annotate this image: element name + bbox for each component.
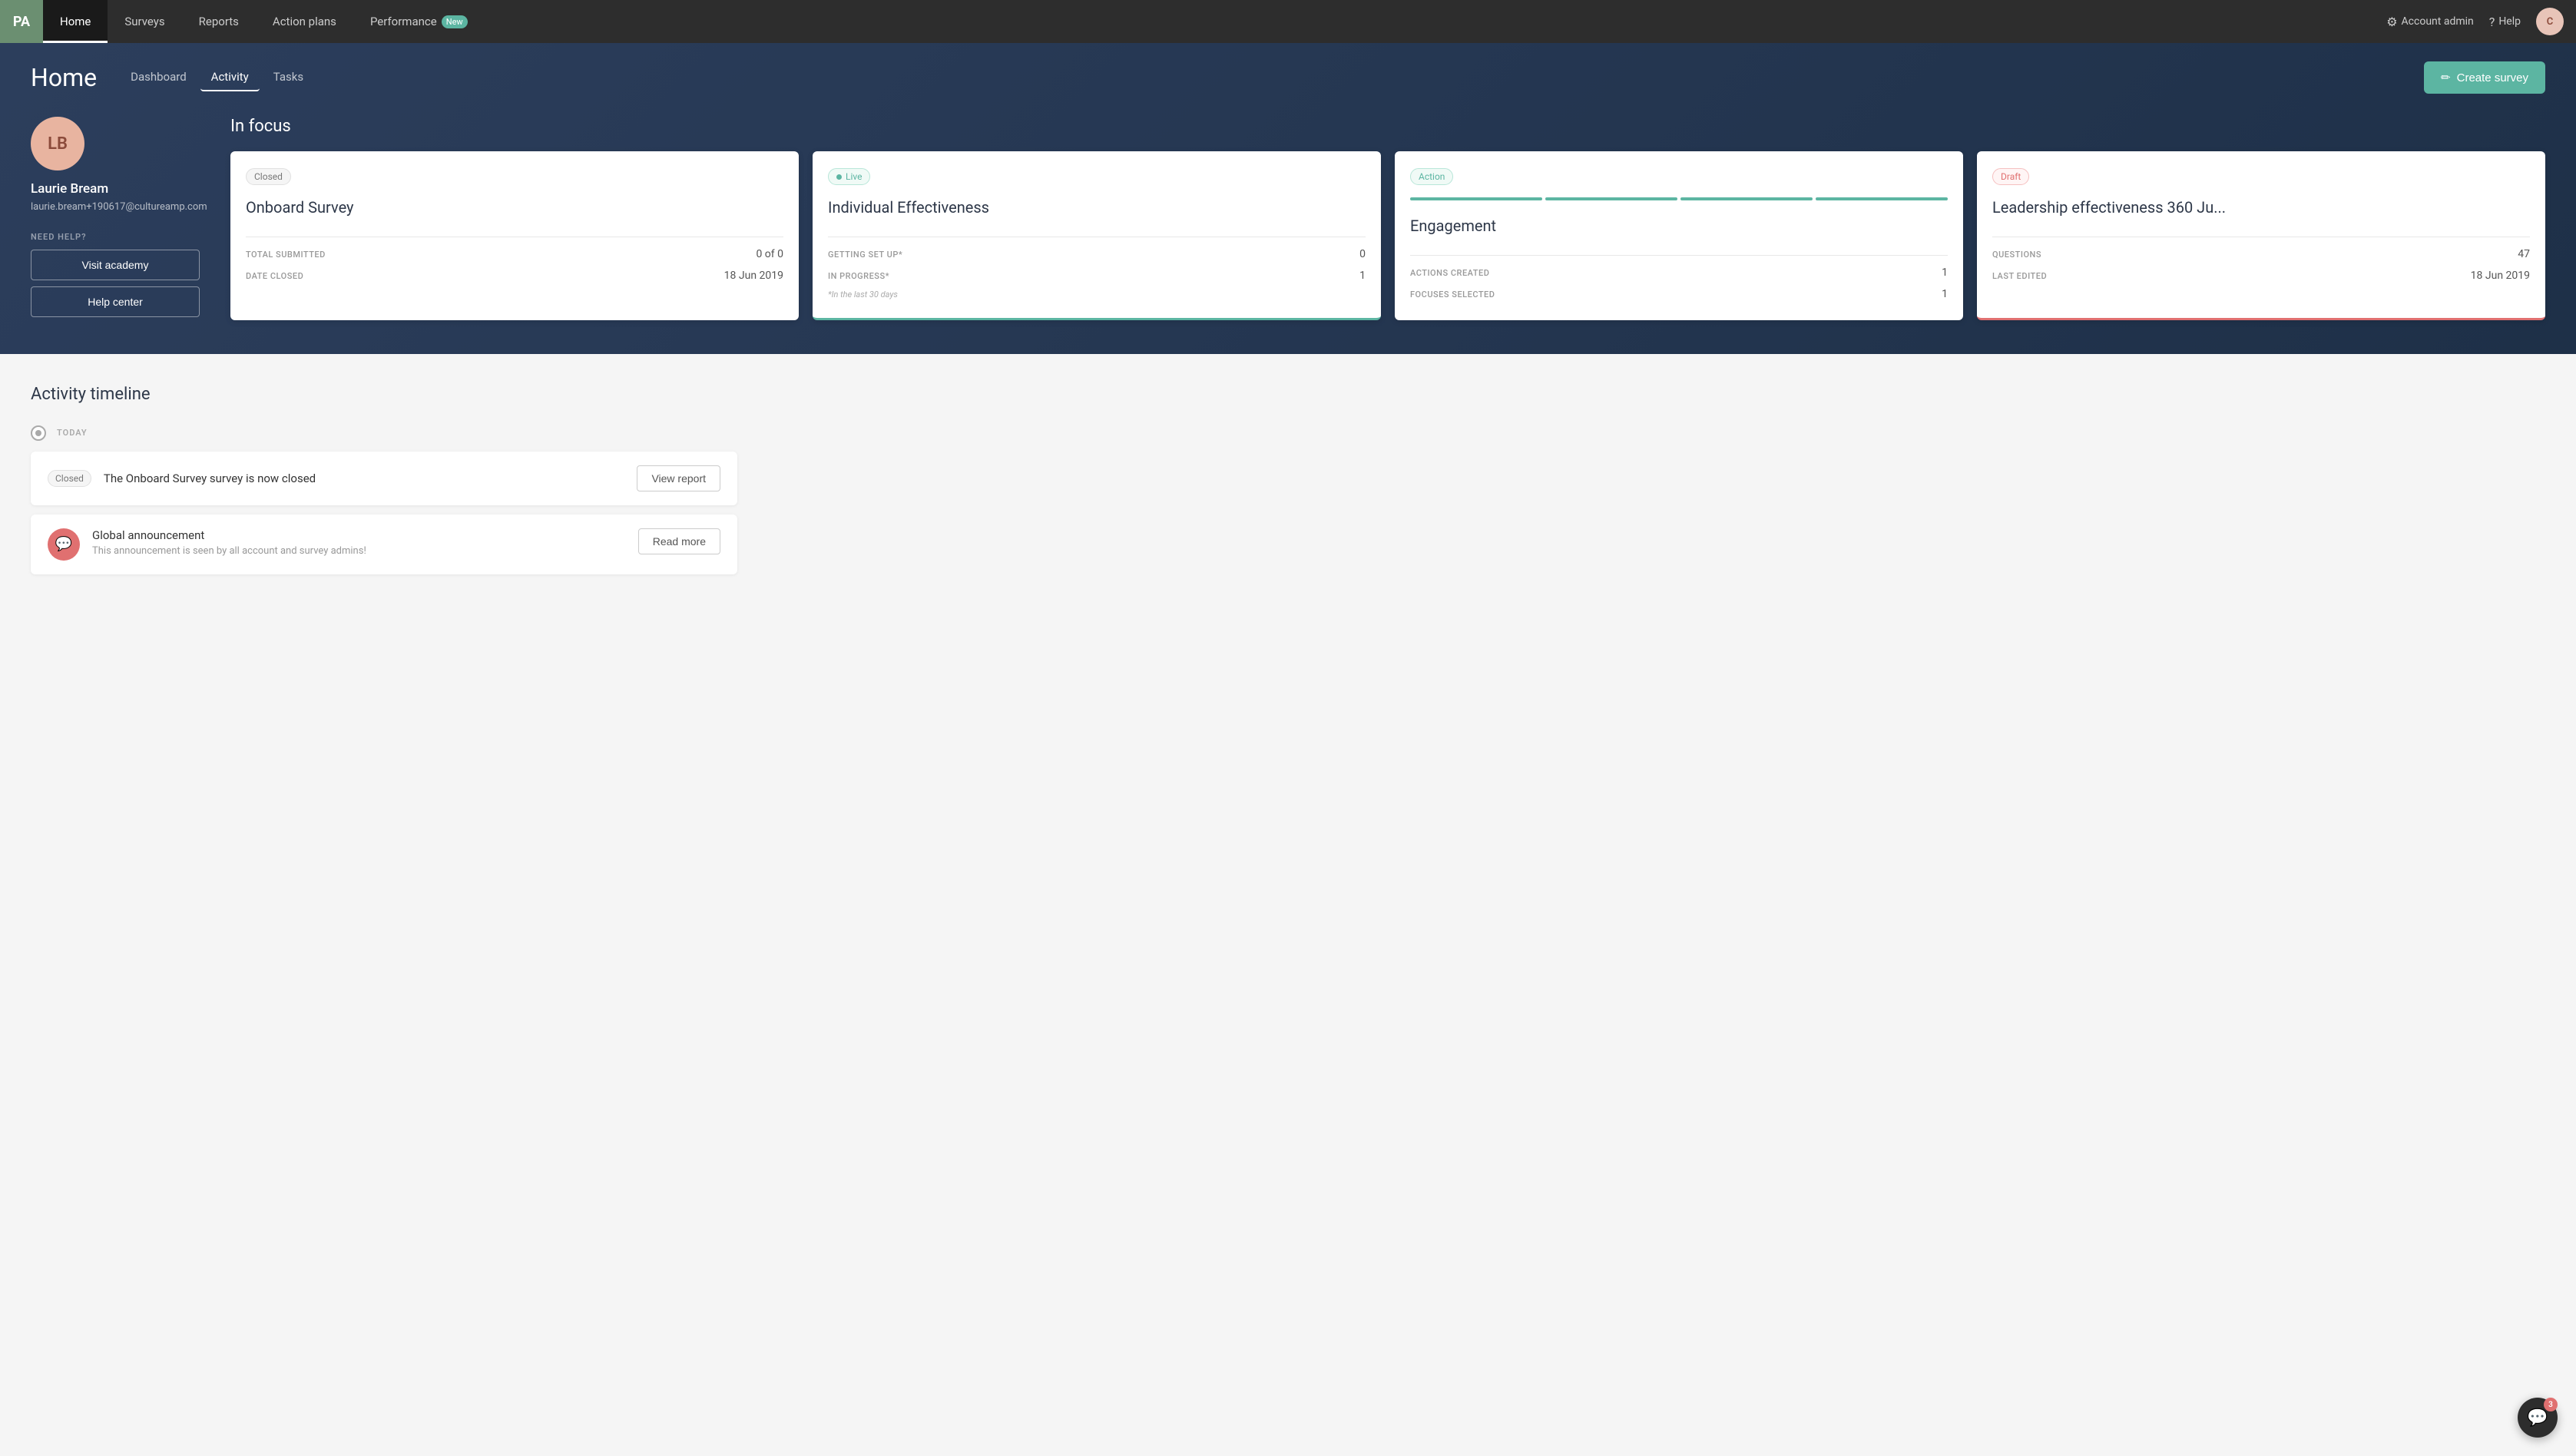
tab-tasks[interactable]: Tasks bbox=[263, 64, 314, 91]
navigation: PA Home Surveys Reports Action plans Per… bbox=[0, 0, 2576, 43]
performance-badge: New bbox=[442, 15, 468, 28]
need-help-label: NEED HELP? bbox=[31, 232, 200, 242]
timeline-day-label: TODAY bbox=[57, 428, 88, 438]
header-tabs: Dashboard Activity Tasks bbox=[120, 64, 314, 91]
card-stat: IN PROGRESS* 1 bbox=[828, 265, 1366, 286]
progress-bar-seg-1 bbox=[1410, 197, 1542, 200]
profile-avatar: LB bbox=[31, 117, 84, 170]
nav-right: ⚙ Account admin ? Help C bbox=[2386, 0, 2576, 43]
help-icon: ? bbox=[2489, 15, 2495, 29]
card-badge-draft: Draft bbox=[1992, 168, 2029, 185]
card-stat: FOCUSES SELECTED 1 bbox=[1410, 283, 1948, 305]
timeline-circle bbox=[31, 425, 46, 441]
card-badge-live: Live bbox=[828, 168, 870, 185]
profile-section: LB Laurie Bream laurie.bream+190617@cult… bbox=[31, 117, 200, 323]
dashboard-body: LB Laurie Bream laurie.bream+190617@cult… bbox=[31, 94, 2545, 354]
read-more-button[interactable]: Read more bbox=[638, 528, 720, 554]
visit-academy-button[interactable]: Visit academy bbox=[31, 250, 200, 280]
help-center-button[interactable]: Help center bbox=[31, 286, 200, 317]
card-title-engagement: Engagement bbox=[1410, 216, 1948, 237]
timeline-circle-inner bbox=[35, 430, 41, 436]
bottom-section: Activity timeline TODAY Closed The Onboa… bbox=[0, 354, 2576, 630]
header-top: Home Dashboard Activity Tasks ✏ Create s… bbox=[31, 43, 2545, 94]
card-stat: GETTING SET UP* 0 bbox=[828, 243, 1366, 265]
nav-item-surveys[interactable]: Surveys bbox=[108, 0, 181, 43]
nav-item-action-plans[interactable]: Action plans bbox=[256, 0, 353, 43]
announcement-card[interactable]: 💬 Global announcement This announcement … bbox=[31, 515, 737, 574]
announcement-icon: 💬 bbox=[48, 528, 80, 561]
page-title: Home bbox=[31, 63, 97, 92]
create-survey-icon: ✏ bbox=[2441, 71, 2451, 84]
timeline-section: Activity timeline TODAY Closed The Onboa… bbox=[31, 385, 737, 574]
chat-bubble[interactable]: 💬 3 bbox=[2518, 1398, 2558, 1438]
account-admin-label: Account admin bbox=[2402, 15, 2474, 28]
card-stat: TOTAL SUBMITTED 0 of 0 bbox=[246, 243, 783, 265]
nav-items: Home Surveys Reports Action plans Perfor… bbox=[43, 0, 2386, 43]
announcement-subtitle: This announcement is seen by all account… bbox=[92, 545, 626, 557]
timeline-label-row: TODAY bbox=[31, 425, 737, 441]
header-left: Home Dashboard Activity Tasks bbox=[31, 63, 314, 92]
card-badge-closed: Closed bbox=[246, 168, 291, 185]
user-avatar[interactable]: C bbox=[2536, 8, 2564, 35]
survey-card-onboard[interactable]: Closed Onboard Survey TOTAL SUBMITTED 0 … bbox=[230, 151, 799, 320]
progress-bar-seg-3 bbox=[1680, 197, 1813, 200]
nav-item-reports[interactable]: Reports bbox=[182, 0, 256, 43]
activity-card-survey-closed[interactable]: Closed The Onboard Survey survey is now … bbox=[31, 452, 737, 505]
card-stat: DATE CLOSED 18 Jun 2019 bbox=[246, 265, 783, 286]
announcement-body: Global announcement This announcement is… bbox=[92, 528, 626, 557]
activity-badge-closed: Closed bbox=[48, 470, 91, 487]
nav-item-performance[interactable]: Performance New bbox=[353, 0, 485, 43]
tab-dashboard[interactable]: Dashboard bbox=[120, 64, 197, 91]
cards-row: Closed Onboard Survey TOTAL SUBMITTED 0 … bbox=[230, 151, 2545, 320]
card-title-individual: Individual Effectiveness bbox=[828, 197, 1366, 218]
header-section: Home Dashboard Activity Tasks ✏ Create s… bbox=[0, 43, 2576, 354]
survey-card-leadership[interactable]: Draft Leadership effectiveness 360 Ju...… bbox=[1977, 151, 2545, 320]
activity-title: Activity timeline bbox=[31, 385, 737, 404]
create-survey-label: Create survey bbox=[2457, 71, 2528, 84]
help-label: Help bbox=[2498, 15, 2521, 28]
view-report-button[interactable]: View report bbox=[637, 465, 720, 491]
card-badge-action: Action bbox=[1410, 168, 1453, 185]
profile-email: laurie.bream+190617@cultureamp.com bbox=[31, 200, 200, 215]
create-survey-button[interactable]: ✏ Create survey bbox=[2424, 61, 2545, 94]
announcement-title: Global announcement bbox=[92, 528, 626, 542]
in-focus-title: In focus bbox=[230, 117, 2545, 136]
live-dot bbox=[836, 174, 842, 180]
chat-icon: 💬 bbox=[2527, 1408, 2548, 1428]
card-stat: LAST EDITED 18 Jun 2019 bbox=[1992, 265, 2530, 286]
chat-badge: 3 bbox=[2544, 1398, 2558, 1411]
progress-bars bbox=[1410, 197, 1948, 200]
card-title-leadership: Leadership effectiveness 360 Ju... bbox=[1992, 197, 2530, 218]
activity-text-closed: The Onboard Survey survey is now closed bbox=[104, 472, 625, 485]
card-title-onboard: Onboard Survey bbox=[246, 197, 783, 218]
survey-card-engagement[interactable]: Action Engagement ACTIONS CREATED 1 bbox=[1395, 151, 1963, 320]
survey-card-individual[interactable]: Live Individual Effectiveness GETTING SE… bbox=[813, 151, 1381, 320]
gear-icon: ⚙ bbox=[2386, 15, 2397, 29]
profile-name: Laurie Bream bbox=[31, 181, 200, 197]
card-footnote: *In the last 30 days bbox=[828, 286, 1366, 299]
in-focus-section: In focus Closed Onboard Survey TOTAL SUB… bbox=[230, 117, 2545, 320]
help-button[interactable]: ? Help bbox=[2489, 15, 2521, 29]
progress-bar-seg-4 bbox=[1816, 197, 1948, 200]
logo: PA bbox=[0, 0, 43, 43]
card-stat: QUESTIONS 47 bbox=[1992, 243, 2530, 265]
account-admin-button[interactable]: ⚙ Account admin bbox=[2386, 15, 2474, 29]
tab-activity[interactable]: Activity bbox=[200, 64, 260, 91]
progress-bar-seg-2 bbox=[1545, 197, 1677, 200]
card-stat: ACTIONS CREATED 1 bbox=[1410, 262, 1948, 283]
nav-item-home[interactable]: Home bbox=[43, 0, 108, 43]
